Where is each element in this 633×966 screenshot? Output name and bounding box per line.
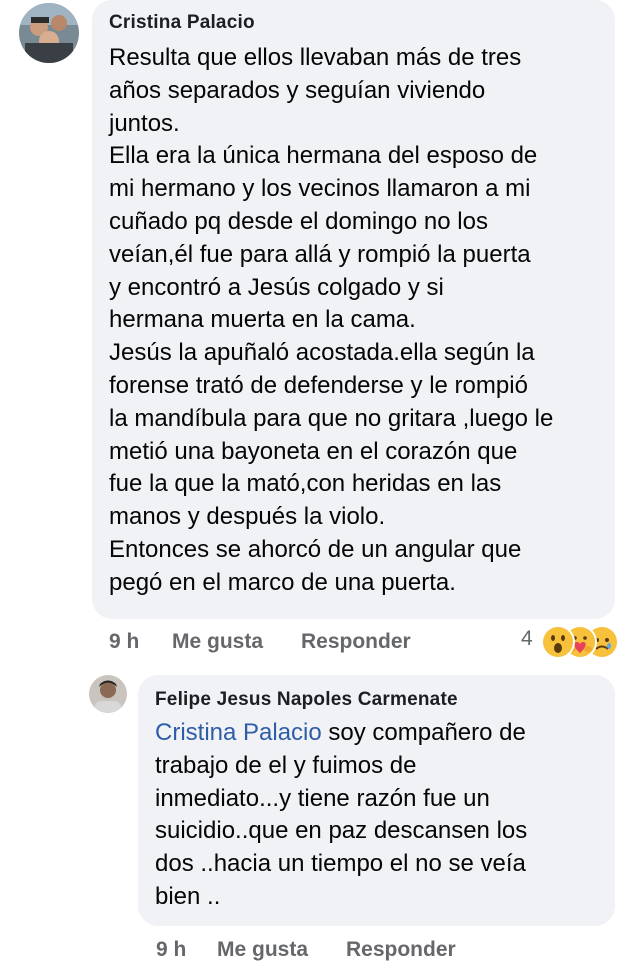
reply-line: inmediato...y tiene razón fue un (155, 784, 490, 812)
reply-line: bien .. (155, 882, 221, 910)
comment-line: y encontró a Jesús colgado y si (109, 273, 444, 301)
mention-link[interactable]: Cristina Palacio (155, 719, 322, 746)
comment-line: hermana muerta en la cama. (109, 306, 416, 334)
like-button[interactable]: Me gusta (217, 938, 308, 962)
comment-line: fue la que la mató,con heridas en las (109, 470, 502, 498)
reply-line: Cristina Palacio soy compañero de (155, 717, 527, 750)
comment-line: metió una bayoneta en el corazón que (109, 437, 518, 465)
comment-line: veían,él fue para allá y rompió la puert… (109, 240, 531, 268)
comment-line: Resulta que ellos llevaban más de tres (109, 44, 522, 71)
reply-line: suicidio..que en paz descansen los (155, 817, 528, 845)
comment-text: Resulta que ellos llevaban más de tres a… (109, 42, 553, 600)
comment-line: juntos. (109, 109, 180, 137)
comment-actions: 9 h Me gusta Responder (109, 630, 449, 658)
reply-line-rest: soy compañero de (321, 719, 526, 746)
reply-button[interactable]: Responder (301, 630, 411, 654)
comment-line: forense trató de defenderse y le rompió (109, 371, 528, 399)
reply-button[interactable]: Responder (346, 938, 456, 962)
wow-icon (541, 625, 575, 659)
comment-line: Jesús la apuñaló acostada.ella según la (109, 339, 535, 367)
comment-line: cuñado pq desde el domingo no los (109, 207, 488, 235)
comment-timestamp[interactable]: 9 h (109, 630, 139, 654)
reply-text: Cristina Palacio soy compañero de trabaj… (155, 717, 527, 914)
avatar[interactable] (19, 3, 79, 63)
reply-line: trabajo de el y fuimos de (155, 751, 417, 779)
reply-actions: 9 h Me gusta Responder (156, 938, 496, 966)
reply-line: dos ..hacia un tiempo el no se veía (155, 850, 526, 878)
reaction-summary[interactable]: 4 (521, 625, 621, 659)
comment-line: Entonces se ahorcó de un angular que (109, 535, 522, 563)
avatar[interactable] (89, 675, 127, 713)
comment-line: años separados y seguían viviendo (109, 76, 486, 104)
comment-author[interactable]: Cristina Palacio (109, 12, 255, 34)
comment-line: mi hermano y los vecinos llamaron a mi (109, 175, 531, 203)
reaction-count: 4 (521, 627, 533, 650)
like-button[interactable]: Me gusta (172, 630, 263, 654)
comment-line: pegó en el marco de una puerta. (109, 568, 456, 596)
reply-timestamp[interactable]: 9 h (156, 938, 186, 962)
comment-line: Ella era la única hermana del esposo de (109, 142, 538, 170)
comment-line: manos y después la violo. (109, 503, 386, 531)
comment-line: la mandíbula para que no gritara ,luego … (109, 404, 554, 432)
reply-author[interactable]: Felipe Jesus Napoles Carmenate (155, 689, 458, 711)
